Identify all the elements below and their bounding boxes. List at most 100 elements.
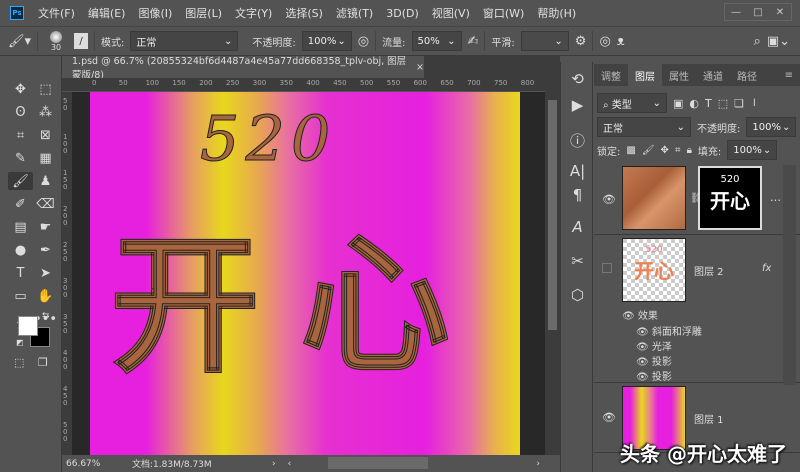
smoothing-input[interactable]: ⌄: [520, 31, 569, 51]
move-tool-icon[interactable]: ✥: [8, 80, 33, 98]
tool-presets-icon[interactable]: ✂: [561, 252, 594, 270]
menu-filter[interactable]: 滤镜(T): [336, 5, 373, 21]
menu-type[interactable]: 文字(Y): [235, 5, 272, 21]
quick-mask-icon[interactable]: ⬚: [14, 356, 24, 369]
lasso-tool-icon[interactable]: ʘ: [8, 103, 33, 121]
character-icon[interactable]: A|: [561, 162, 594, 180]
effect-drop-shadow[interactable]: 👁︎ 投影: [636, 353, 672, 368]
tab-channels[interactable]: 通道: [696, 64, 730, 86]
magic-wand-tool-icon[interactable]: ⁂: [33, 103, 58, 121]
scroll-right-arrow[interactable]: ›: [536, 459, 540, 469]
menu-3d[interactable]: 3D(D): [386, 7, 419, 20]
eyedropper-tool-icon[interactable]: ✎: [8, 149, 33, 167]
filter-shape-icon[interactable]: ⬚: [718, 97, 728, 110]
effect-bevel-emboss[interactable]: 👁︎ 斜面和浮雕: [636, 323, 702, 338]
visibility-eye-icon[interactable]: 👁︎: [602, 193, 616, 206]
workspace-icon[interactable]: ▣⌄: [767, 34, 790, 49]
actions-play-icon[interactable]: ▶: [561, 96, 594, 114]
maximize-button[interactable]: □: [747, 4, 769, 20]
pen-tool-icon[interactable]: ✒: [33, 241, 58, 259]
paragraph-icon[interactable]: ¶: [561, 186, 594, 204]
path-select-tool-icon[interactable]: ➤: [33, 264, 58, 282]
menu-edit[interactable]: 编辑(E): [88, 5, 126, 21]
hand-tool-icon[interactable]: ✋: [33, 287, 58, 305]
menu-layer[interactable]: 图层(L): [185, 5, 222, 21]
lock-all-icon[interactable]: 🔒︎: [687, 145, 692, 156]
horizontal-scroll-thumb[interactable]: [328, 457, 428, 469]
lock-pixels-icon[interactable]: 🖌︎: [642, 145, 655, 156]
zoom-level[interactable]: 66.67%: [62, 459, 112, 469]
layer-filter-select[interactable]: ⌕ 类型 ⌄: [597, 93, 667, 113]
glyphs-icon[interactable]: A: [561, 218, 594, 236]
3d-cube-icon[interactable]: ⬡: [561, 286, 594, 304]
mode-select[interactable]: 正常 ⌄: [130, 31, 239, 51]
status-menu-arrow[interactable]: ›: [272, 459, 276, 469]
screen-mode-icon[interactable]: ❐: [38, 356, 48, 369]
minimize-button[interactable]: —: [725, 4, 747, 20]
menu-window[interactable]: 窗口(W): [483, 5, 524, 21]
filter-smart-object-icon[interactable]: ❏: [734, 97, 744, 110]
history-icon[interactable]: ⟲: [561, 70, 594, 88]
marquee-tool-icon[interactable]: ⬚: [33, 80, 58, 98]
brush-settings-icon[interactable]: /: [74, 33, 89, 49]
fx-icon[interactable]: fx: [762, 263, 771, 274]
scroll-left-arrow[interactable]: ‹: [288, 459, 292, 469]
frame-tool-icon[interactable]: ⊠: [33, 126, 58, 144]
lock-transparent-icon[interactable]: ▩: [626, 145, 635, 156]
info-icon[interactable]: ⓘ: [561, 130, 594, 151]
foreground-color-swatch[interactable]: [18, 316, 38, 336]
default-colors-icon[interactable]: ◩: [16, 338, 24, 347]
vertical-scroll-thumb[interactable]: [548, 100, 557, 330]
filter-toggle[interactable]: ⏽: [750, 96, 759, 110]
close-window-button[interactable]: ✕: [769, 4, 791, 20]
brush-tool-preset-icon[interactable]: 🖌︎▾: [8, 34, 31, 49]
layer-opacity-input[interactable]: 100% ⌄: [746, 117, 797, 137]
menu-view[interactable]: 视图(V): [432, 5, 470, 21]
tab-adjustments[interactable]: 调整: [594, 64, 628, 86]
layer-row-masked[interactable]: 👁︎ ⛓ 520 开心 …: [594, 163, 800, 235]
type-tool-icon[interactable]: T: [8, 264, 33, 282]
brush-size-picker[interactable]: 30: [44, 30, 68, 52]
canvas[interactable]: 520 开心: [90, 92, 520, 455]
history-brush-tool-icon[interactable]: ✐: [8, 195, 33, 213]
tab-paths[interactable]: 路径: [730, 64, 764, 86]
gear-icon[interactable]: ⚙: [575, 34, 587, 49]
menu-image[interactable]: 图像(I): [138, 5, 172, 21]
opacity-input[interactable]: 100% ⌄: [301, 31, 352, 51]
healing-brush-tool-icon[interactable]: ▦: [33, 149, 58, 167]
menu-select[interactable]: 选择(S): [285, 5, 323, 21]
crop-tool-icon[interactable]: ⌗: [8, 126, 33, 144]
document-tab[interactable]: 1.psd @ 66.7% (20855324bf6d4487a4e45a77d…: [62, 56, 424, 81]
layer-mask-thumbnail[interactable]: 520 开心: [698, 166, 762, 230]
fill-input[interactable]: 100% ⌄: [727, 140, 778, 160]
smudge-tool-icon[interactable]: ☛: [33, 218, 58, 236]
search-icon[interactable]: ⌕: [754, 34, 761, 49]
visibility-eye-icon[interactable]: 👁︎: [602, 411, 616, 424]
stamp-tool-icon[interactable]: ♟: [33, 172, 58, 190]
pressure-size-icon[interactable]: ◎: [599, 34, 610, 49]
airbrush-icon[interactable]: ✍: [468, 34, 479, 49]
symmetry-butterfly-icon[interactable]: ᴥ: [617, 33, 625, 49]
rectangle-tool-icon[interactable]: ▭: [8, 287, 33, 305]
tab-layers[interactable]: 图层: [628, 64, 662, 86]
menu-file[interactable]: 文件(F): [38, 5, 75, 21]
brush-tool-icon[interactable]: 🖌︎: [8, 172, 33, 190]
effect-drop-shadow-2[interactable]: 👁︎ 投影: [636, 368, 672, 383]
panel-menu-icon[interactable]: ≡: [778, 64, 800, 86]
layer-name[interactable]: 图层 1: [694, 411, 724, 426]
layer-name[interactable]: 图层 2: [694, 263, 724, 278]
effects-row[interactable]: 👁︎ 效果: [622, 307, 658, 322]
flow-input[interactable]: 50% ⌄: [411, 31, 462, 51]
blend-mode-select[interactable]: 正常 ⌄: [597, 117, 691, 137]
eraser-tool-icon[interactable]: ⌫: [33, 195, 58, 213]
gradient-tool-icon[interactable]: ▤: [8, 218, 33, 236]
close-document-icon[interactable]: ×: [416, 62, 424, 73]
layer-row-layer2[interactable]: 520 开心 图层 2 fx 👁︎ 效果 👁︎ 斜面和浮雕 👁︎ 光泽 👁︎ 投…: [594, 235, 800, 383]
swap-colors-icon[interactable]: ⇆: [42, 311, 50, 321]
filter-pixel-icon[interactable]: ▣: [673, 97, 683, 110]
filter-adjustment-icon[interactable]: ◐: [689, 97, 699, 110]
menu-help[interactable]: 帮助(H): [537, 5, 576, 21]
pressure-opacity-icon[interactable]: ◎: [358, 34, 369, 49]
effect-satin[interactable]: 👁︎ 光泽: [636, 338, 672, 353]
lock-position-icon[interactable]: ✥: [661, 145, 669, 156]
